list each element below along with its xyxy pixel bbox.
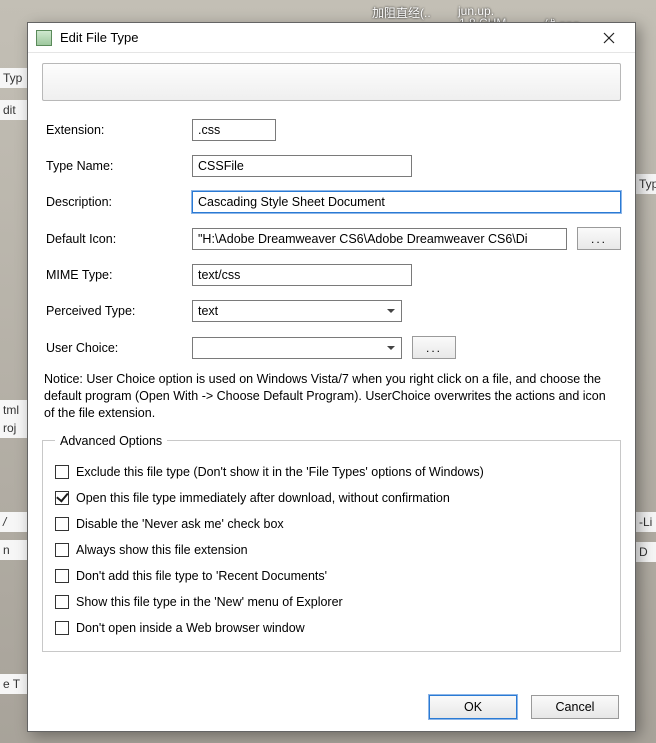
advanced-checkbox-5[interactable]: Show this file type in the 'New' menu of… — [55, 595, 608, 609]
cancel-button[interactable]: Cancel — [531, 695, 619, 719]
header-banner — [42, 63, 621, 101]
checkbox-icon — [55, 465, 69, 479]
checkbox-icon — [55, 621, 69, 635]
close-button[interactable] — [589, 25, 629, 51]
notice-text: Notice: User Choice option is used on Wi… — [44, 371, 619, 422]
ok-button[interactable]: OK — [429, 695, 517, 719]
titlebar: Edit File Type — [28, 23, 635, 53]
checkbox-label: Show this file type in the 'New' menu of… — [76, 595, 343, 609]
checkbox-label: Disable the 'Never ask me' check box — [76, 517, 284, 531]
checkbox-icon — [55, 491, 69, 505]
type-name-label: Type Name: — [42, 159, 192, 173]
advanced-checkbox-1[interactable]: Open this file type immediately after do… — [55, 491, 608, 505]
checkbox-icon — [55, 595, 69, 609]
default-icon-browse-button[interactable]: ... — [577, 227, 621, 250]
checkbox-icon — [55, 517, 69, 531]
advanced-options-group: Advanced Options Exclude this file type … — [42, 434, 621, 652]
description-label: Description: — [42, 195, 192, 209]
edit-file-type-dialog: Edit File Type Extension: Type Name: Des… — [27, 22, 636, 732]
user-choice-label: User Choice: — [42, 341, 192, 355]
advanced-options-legend: Advanced Options — [55, 434, 167, 448]
mime-type-input[interactable] — [192, 264, 412, 286]
dialog-body: Extension: Type Name: Description: Defau… — [28, 53, 635, 731]
description-input[interactable] — [192, 191, 621, 213]
checkbox-label: Don't open inside a Web browser window — [76, 621, 305, 635]
checkbox-label: Open this file type immediately after do… — [76, 491, 450, 505]
advanced-checkbox-6[interactable]: Don't open inside a Web browser window — [55, 621, 608, 635]
extension-label: Extension: — [42, 123, 192, 137]
user-choice-browse-button[interactable]: ... — [412, 336, 456, 359]
mime-type-label: MIME Type: — [42, 268, 192, 282]
checkbox-label: Don't add this file type to 'Recent Docu… — [76, 569, 327, 583]
perceived-type-label: Perceived Type: — [42, 304, 192, 318]
app-icon — [36, 30, 52, 46]
checkbox-label: Exclude this file type (Don't show it in… — [76, 465, 484, 479]
perceived-type-value: text — [198, 304, 218, 318]
checkbox-label: Always show this file extension — [76, 543, 248, 557]
window-title: Edit File Type — [60, 30, 589, 45]
dialog-footer: OK Cancel — [42, 683, 621, 719]
advanced-checkbox-2[interactable]: Disable the 'Never ask me' check box — [55, 517, 608, 531]
default-icon-label: Default Icon: — [42, 232, 192, 246]
user-choice-combo[interactable] — [192, 337, 402, 359]
checkbox-icon — [55, 569, 69, 583]
perceived-type-combo[interactable]: text — [192, 300, 402, 322]
close-icon — [603, 32, 615, 44]
extension-input[interactable] — [192, 119, 276, 141]
default-icon-input[interactable] — [192, 228, 567, 250]
type-name-input[interactable] — [192, 155, 412, 177]
advanced-checkbox-4[interactable]: Don't add this file type to 'Recent Docu… — [55, 569, 608, 583]
checkbox-icon — [55, 543, 69, 557]
advanced-checkbox-3[interactable]: Always show this file extension — [55, 543, 608, 557]
advanced-checkbox-0[interactable]: Exclude this file type (Don't show it in… — [55, 465, 608, 479]
